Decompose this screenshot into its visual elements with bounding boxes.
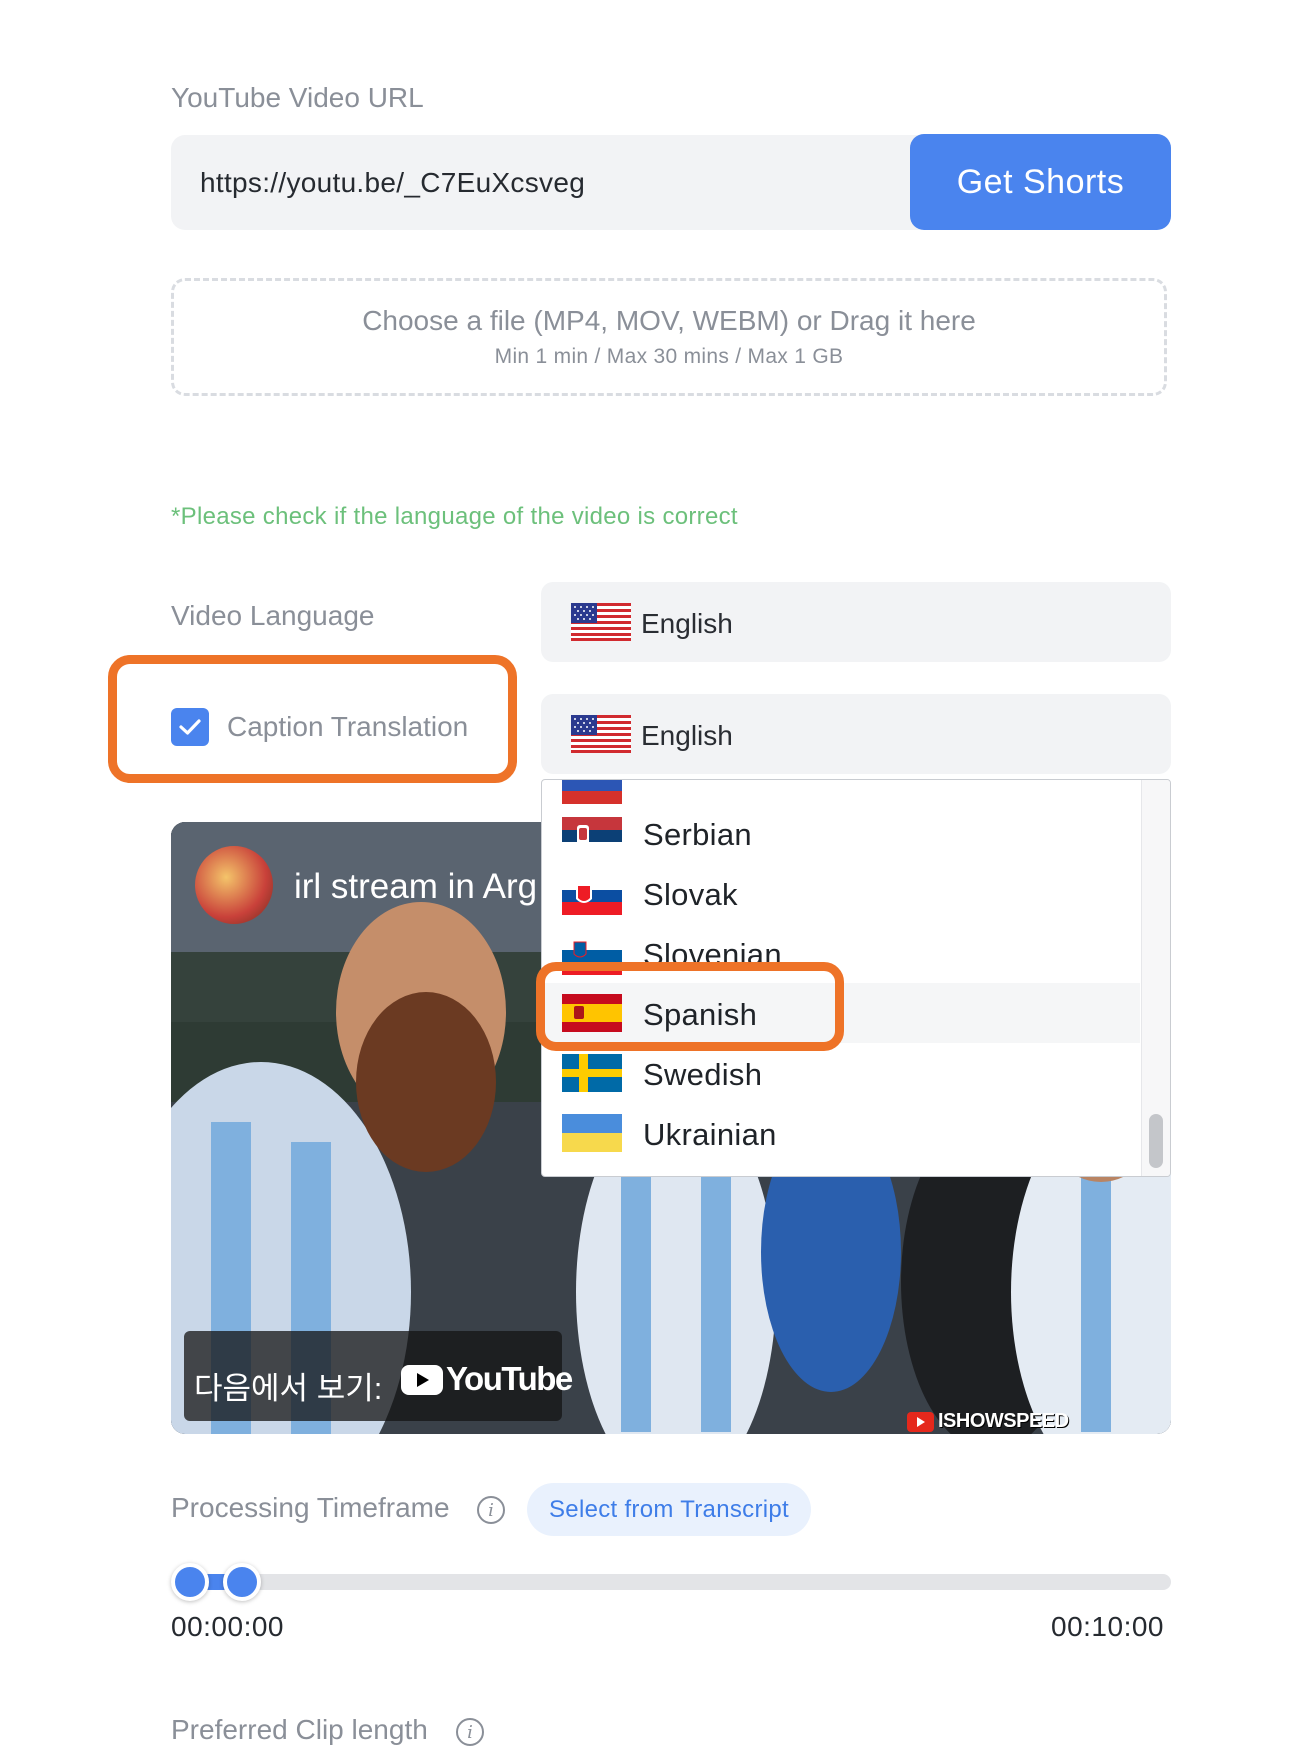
spanish-highlight	[536, 962, 844, 1051]
video-language-select[interactable]: English	[541, 582, 1171, 662]
caption-language-select[interactable]: English	[541, 694, 1171, 774]
dropdown-item-serbian[interactable]: Serbian	[542, 780, 1140, 855]
timeframe-end-time: 00:10:00	[1051, 1611, 1164, 1642]
timeframe-slider-track[interactable]	[171, 1574, 1171, 1590]
url-input-value[interactable]: https://youtu.be/_C7EuXcsveg	[200, 167, 585, 199]
file-dropzone[interactable]: Choose a file (MP4, MOV, WEBM) or Drag i…	[171, 278, 1167, 396]
caption-translation-checkbox[interactable]	[171, 708, 209, 746]
dropdown-scrollbar-thumb[interactable]	[1149, 1114, 1163, 1168]
ukraine-flag-icon	[562, 1114, 622, 1152]
processing-timeframe-label: Processing Timeframe	[171, 1492, 450, 1523]
timeframe-start-time: 00:00:00	[171, 1611, 284, 1642]
video-language-value: English	[641, 608, 733, 639]
youtube-logo-icon	[401, 1365, 443, 1395]
preferred-clip-length-label: Preferred Clip length	[171, 1714, 428, 1745]
dropdown-item-slovenian[interactable]: Slovenian	[542, 900, 1140, 975]
info-icon[interactable]: i	[477, 1496, 505, 1524]
timeframe-end-handle[interactable]	[223, 1563, 261, 1601]
us-flag-icon	[571, 715, 631, 753]
play-badge-icon	[907, 1412, 934, 1432]
dropdown-scrollbar[interactable]	[1141, 780, 1170, 1176]
us-flag-icon	[571, 603, 631, 641]
video-language-label: Video Language	[171, 600, 375, 631]
dropdown-item-ukrainian[interactable]: Ukrainian	[542, 1103, 1140, 1163]
url-label: YouTube Video URL	[171, 82, 424, 113]
dropdown-item-slovak[interactable]: Slovak	[542, 840, 1140, 915]
channel-avatar[interactable]	[195, 846, 273, 924]
info-icon[interactable]: i	[456, 1718, 484, 1746]
get-shorts-button[interactable]: Get Shorts	[910, 134, 1171, 230]
dropdown-item-swedish[interactable]: Swedish	[542, 1043, 1140, 1103]
dropzone-main-text: Choose a file (MP4, MOV, WEBM) or Drag i…	[362, 305, 976, 336]
youtube-wordmark: YouTube	[446, 1360, 573, 1397]
dropdown-item-label: Ukrainian	[643, 1117, 777, 1152]
caption-language-value: English	[641, 720, 733, 751]
video-title[interactable]: irl stream in Arg	[294, 867, 537, 907]
caption-translation-label[interactable]: Caption Translation	[227, 711, 468, 743]
sweden-flag-icon	[562, 1054, 622, 1092]
channel-watermark: ISHOWSPEED	[938, 1410, 1069, 1432]
dropdown-item-label: Swedish	[643, 1057, 763, 1092]
watch-on-label: 다음에서 보기:	[194, 1371, 383, 1406]
language-note: *Please check if the language of the vid…	[171, 503, 738, 530]
dropzone-sub-text: Min 1 min / Max 30 mins / Max 1 GB	[494, 345, 844, 368]
checkmark-icon	[179, 719, 201, 735]
select-from-transcript-button[interactable]: Select from Transcript	[527, 1483, 811, 1536]
timeframe-start-handle[interactable]	[171, 1563, 209, 1601]
